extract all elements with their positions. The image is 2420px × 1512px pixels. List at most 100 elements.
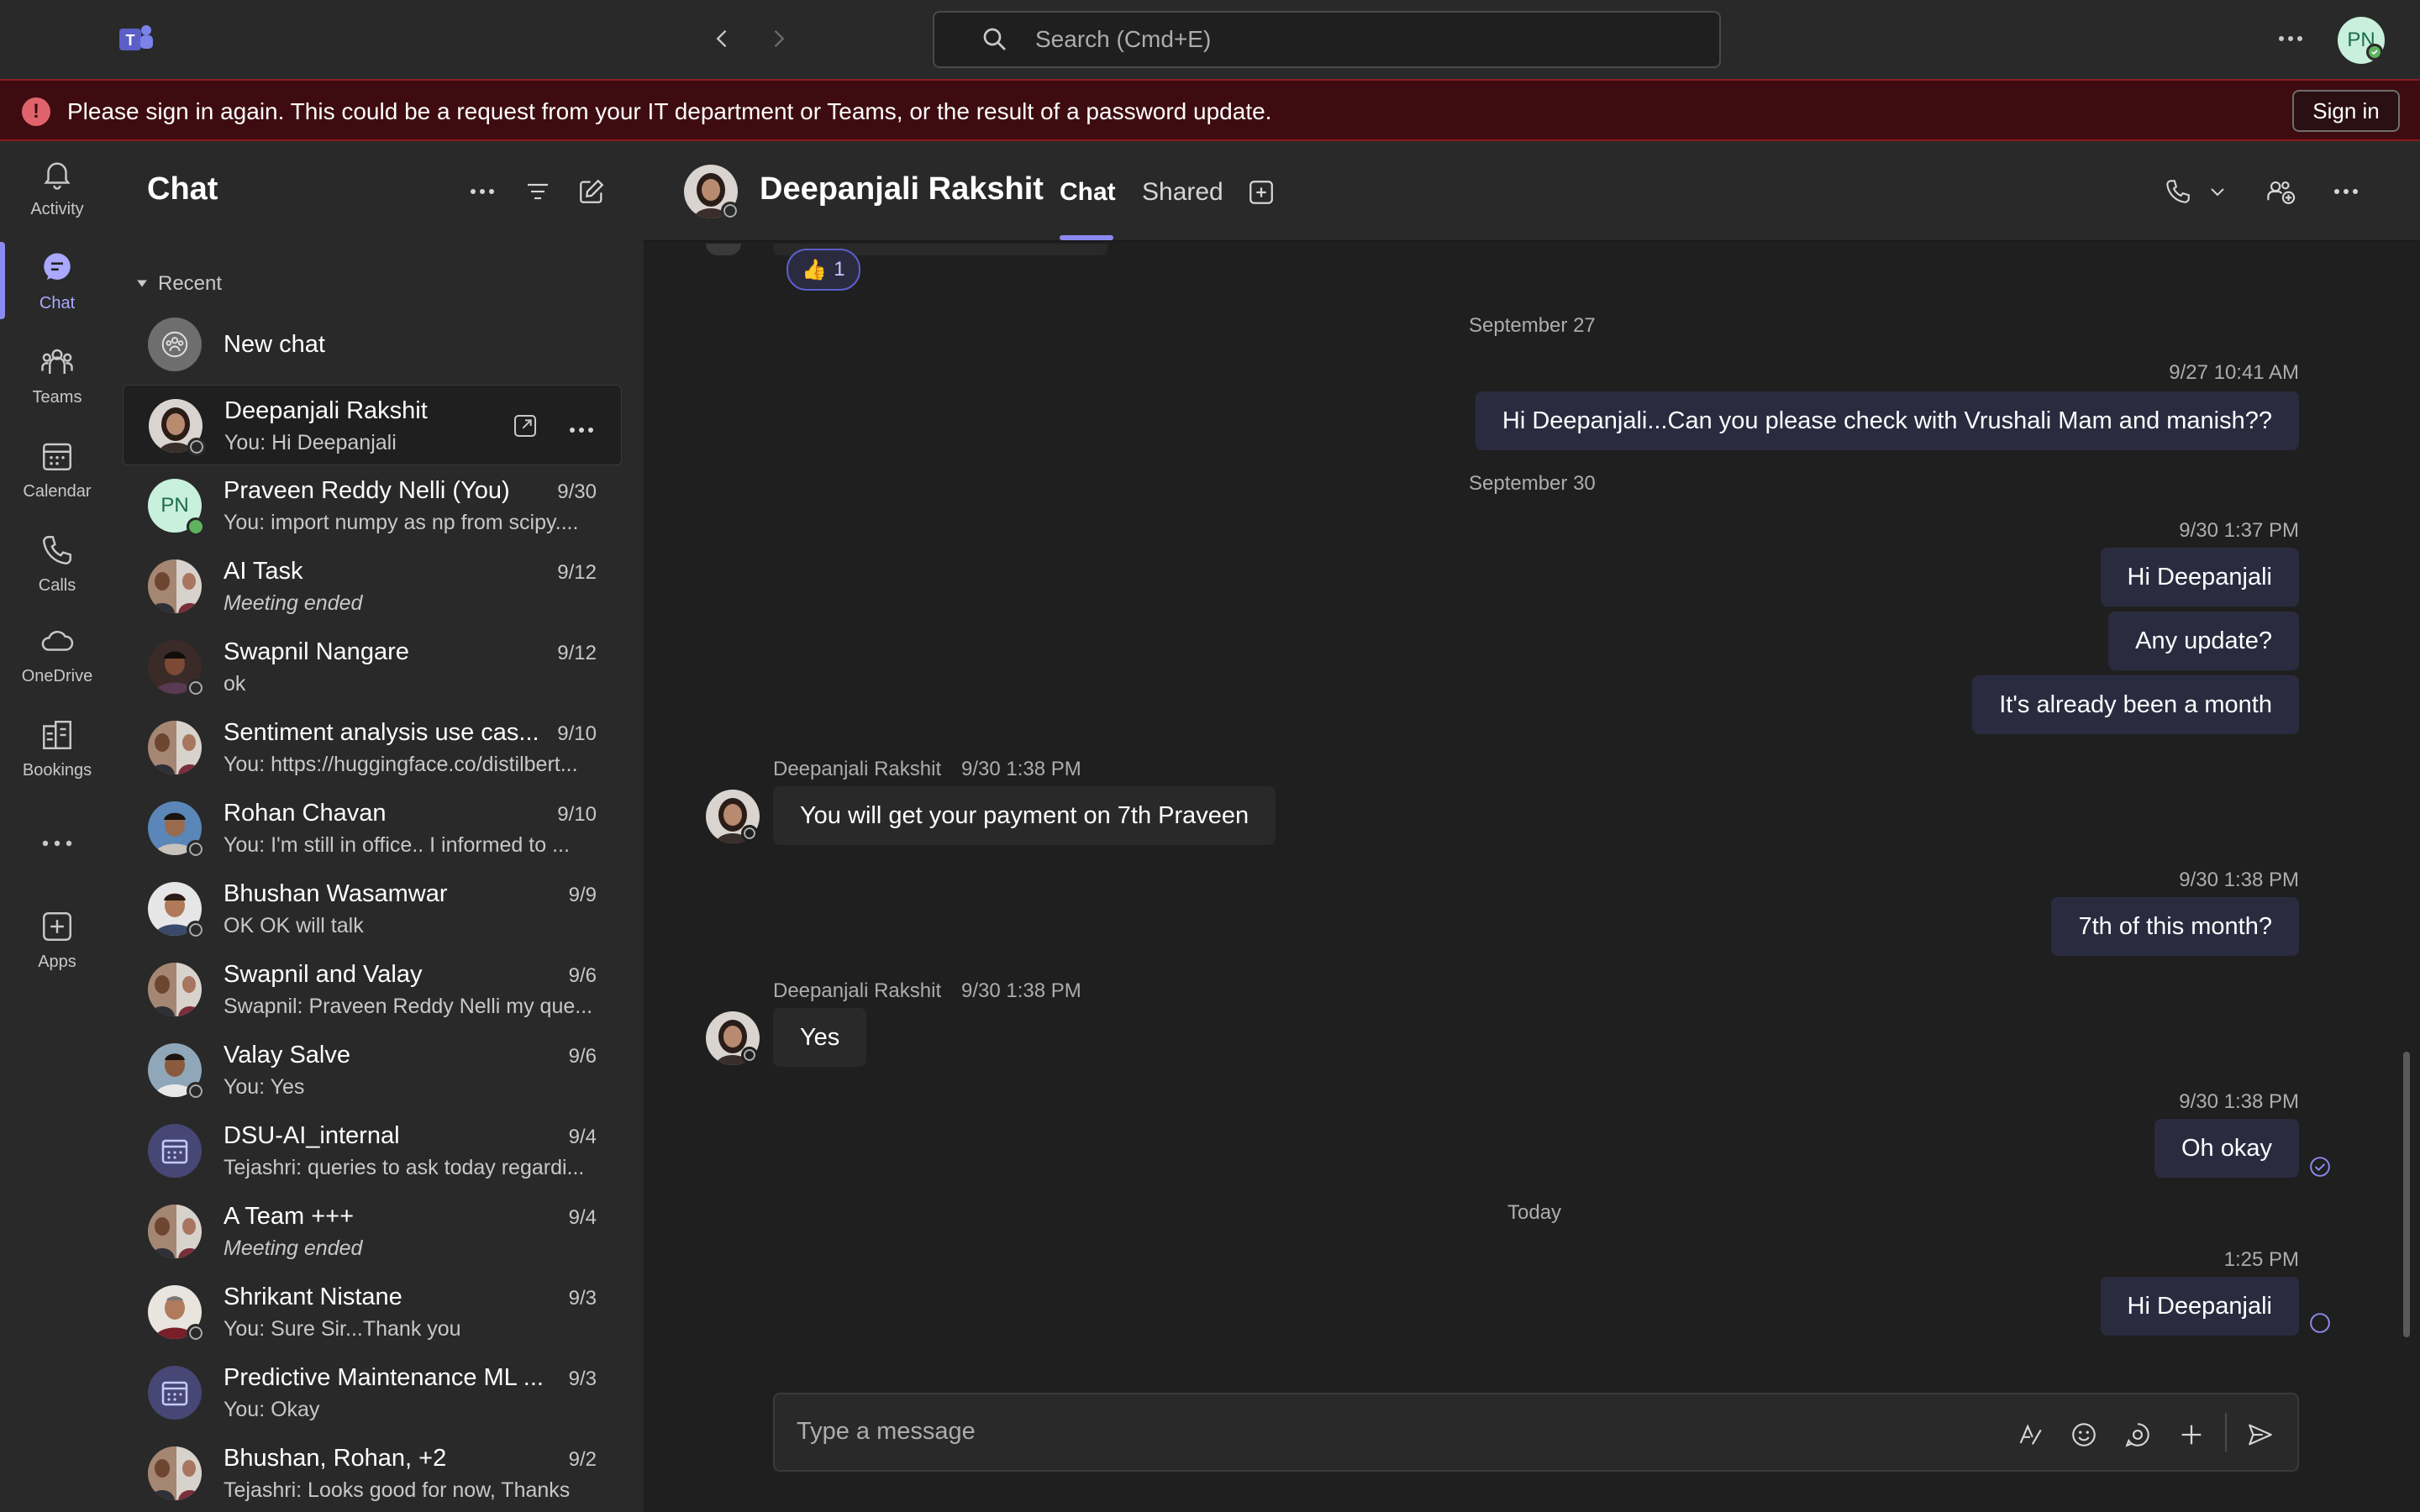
pop-out-icon[interactable] (512, 412, 539, 439)
presence-away-icon (187, 921, 205, 939)
chat-more-icon[interactable] (466, 175, 499, 208)
sending-status-icon (2309, 1312, 2331, 1334)
date-separator: Today (1507, 1201, 1562, 1224)
presence-away-icon (187, 1082, 205, 1100)
new-chat-row[interactable]: New chat (123, 304, 622, 385)
loop-component-icon[interactable] (2121, 1418, 2154, 1452)
call-phone-icon[interactable] (2161, 175, 2195, 208)
chat-list-item[interactable]: A Team +++ 9/4 Meeting ended (123, 1191, 622, 1272)
add-people-icon[interactable] (2262, 175, 2299, 208)
chat-avatar (148, 963, 202, 1016)
outgoing-message[interactable]: It's already been a month (1972, 675, 2299, 734)
active-tab-indicator (1060, 235, 1113, 240)
chat-name: Predictive Maintenance ML ... (224, 1364, 544, 1391)
presence-away-icon (741, 825, 758, 842)
conversation-more-icon[interactable] (2329, 175, 2363, 208)
new-chat-compose-icon[interactable] (575, 175, 608, 208)
chat-item-more-icon[interactable] (569, 423, 594, 433)
format-icon[interactable] (2013, 1418, 2047, 1452)
chat-avatar (148, 721, 202, 774)
emoji-icon[interactable] (2067, 1418, 2101, 1452)
chat-name: Swapnil Nangare (224, 638, 409, 665)
outgoing-message[interactable]: Any update? (2108, 612, 2299, 670)
chat-name: AI Task (224, 558, 303, 585)
attach-plus-icon[interactable] (2175, 1418, 2208, 1452)
chat-name: Deepanjali Rakshit (224, 397, 428, 424)
chat-avatar (148, 1446, 202, 1500)
incoming-message[interactable]: You will get your payment on 7th Praveen (773, 786, 1276, 845)
message-input[interactable]: Type a message (797, 1418, 976, 1446)
rail-item-bookings[interactable]: Bookings (0, 706, 114, 790)
send-icon[interactable] (2244, 1418, 2277, 1452)
chat-list-item[interactable]: Valay Salve 9/6 You: Yes (123, 1030, 622, 1110)
outgoing-message[interactable]: Hi Deepanjali...Can you please check wit… (1475, 391, 2299, 450)
filter-icon[interactable] (521, 175, 555, 208)
chat-list-title: Chat (147, 171, 218, 207)
rail-item-activity[interactable]: Activity (0, 144, 114, 228)
chat-preview: Meeting ended (224, 591, 363, 615)
chat-list-item[interactable]: Swapnil and Valay 9/6 Swapnil: Praveen Red… (123, 949, 622, 1030)
call-options-chevron-icon[interactable] (2205, 175, 2230, 208)
rail-item-apps[interactable]: Apps (0, 897, 114, 981)
reaction-count: 1 (834, 258, 845, 281)
chat-list-item[interactable]: DSU-AI_internal 9/4 Tejashri: queries to a… (123, 1110, 622, 1191)
chat-list-item[interactable]: AI Task 9/12 Meeting ended (123, 546, 622, 627)
svg-text:T: T (126, 32, 135, 49)
add-tab-icon[interactable] (1247, 178, 1276, 207)
presence-away-icon (741, 1047, 758, 1063)
read-receipt-icon (2309, 1156, 2331, 1178)
bell-icon (44, 162, 71, 190)
chat-list-item[interactable]: PN Praveen Reddy Nelli (You) 9/30 You: impo… (123, 465, 622, 546)
chat-preview: Tejashri: queries to ask today regardi..… (224, 1156, 585, 1179)
rail-item-onedrive[interactable]: OneDrive (0, 612, 114, 696)
chat-preview: You: Sure Sir...Thank you (224, 1317, 461, 1341)
chat-list-item[interactable]: Bhushan Wasamwar 9/9 OK OK will talk (123, 869, 622, 949)
incoming-message[interactable]: Yes (773, 1008, 867, 1067)
collapse-caret-icon[interactable] (136, 277, 150, 289)
outgoing-message[interactable]: Hi Deepanjali (2100, 548, 2299, 606)
tab-shared[interactable]: Shared (1142, 178, 1223, 207)
chat-list-item[interactable]: Deepanjali Rakshit You: Hi Deepanjali (123, 385, 622, 465)
sign-in-button[interactable]: Sign in (2292, 90, 2400, 132)
chat-date: 9/4 (568, 1206, 597, 1229)
chat-date: 9/10 (557, 722, 597, 745)
presence-away-icon (187, 679, 205, 697)
chat-list-item[interactable]: Sentiment analysis use cas... 9/10 You: ht… (123, 707, 622, 788)
search-placeholder: Search (Cmd+E) (1035, 26, 1212, 52)
more-apps-icon[interactable] (40, 837, 74, 848)
rail-item-calls[interactable]: Calls (0, 521, 114, 605)
conversation-name[interactable]: Deepanjali Rakshit (760, 171, 1044, 207)
chat-name: Bhushan, Rohan, +2 (224, 1445, 447, 1472)
chat-date: 9/12 (557, 642, 597, 664)
chat-list-item[interactable]: Bhushan, Rohan, +2 9/2 Tejashri: Looks goo… (123, 1433, 622, 1512)
reaction-badge[interactable]: 👍 1 (786, 249, 860, 291)
chat-preview: You: Yes (224, 1075, 305, 1099)
banner-message: Please sign in again. This could be a re… (67, 98, 1272, 124)
chat-preview: You: I'm still in office.. I informed to… (224, 833, 570, 857)
chat-name: A Team +++ (224, 1203, 355, 1230)
rail-label-teams: Teams (32, 388, 82, 407)
chat-avatar (148, 1124, 202, 1178)
chat-preview: ok (224, 672, 246, 696)
chat-preview: OK OK will talk (224, 914, 364, 937)
rail-item-chat[interactable]: Chat (0, 239, 114, 323)
forward-arrow-icon[interactable] (761, 22, 795, 55)
rail-item-calendar[interactable]: Calendar (0, 427, 114, 511)
message-scrollbar[interactable] (2403, 1052, 2410, 1337)
more-options-icon[interactable] (2272, 22, 2309, 55)
presence-available-icon (187, 517, 205, 536)
search-input[interactable]: Search (Cmd+E) (933, 11, 1721, 68)
chat-list-item[interactable]: Rohan Chavan 9/10 You: I'm still in office… (123, 788, 622, 869)
chat-list-item[interactable]: Predictive Maintenance ML ... 9/3 You: Oka… (123, 1352, 622, 1433)
back-arrow-icon[interactable] (706, 22, 739, 55)
outgoing-message[interactable]: Hi Deepanjali (2100, 1277, 2299, 1336)
rail-item-teams[interactable]: Teams (0, 333, 114, 417)
chat-list-item[interactable]: Shrikant Nistane 9/3 You: Sure Sir...Thank… (123, 1272, 622, 1352)
chat-preview: You: import numpy as np from scipy.... (224, 511, 579, 534)
outgoing-message[interactable]: 7th of this month? (2051, 897, 2299, 956)
chat-list-item[interactable]: Swapnil Nangare 9/12 ok (123, 627, 622, 707)
outgoing-message[interactable]: Oh okay (2154, 1119, 2299, 1178)
new-chat-label: New chat (224, 331, 325, 358)
tab-chat[interactable]: Chat (1060, 178, 1116, 207)
chat-preview: Tejashri: Looks good for now, Thanks (224, 1478, 571, 1502)
